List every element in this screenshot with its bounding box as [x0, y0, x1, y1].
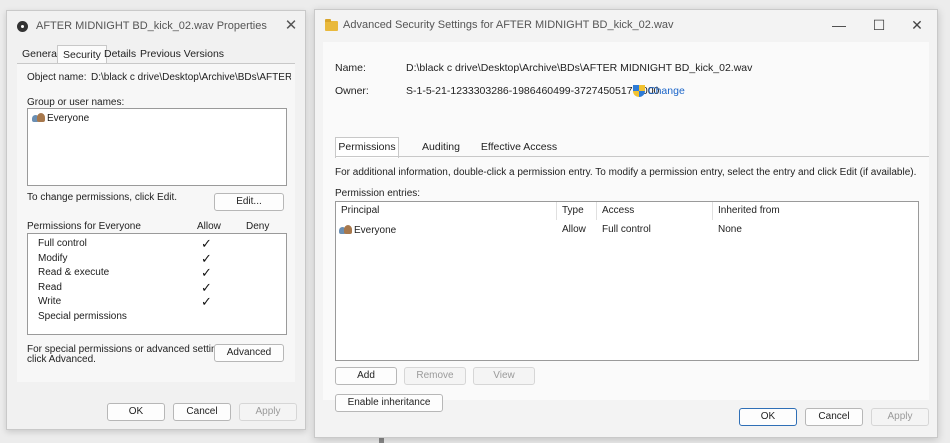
tab-permissions[interactable]: Permissions	[335, 137, 399, 158]
list-item[interactable]: Everyone	[32, 112, 89, 124]
advanced-content: Name: D:\black c drive\Desktop\Archive\B…	[323, 42, 929, 412]
permission-name: Modify	[38, 252, 68, 264]
permission-name: Write	[38, 296, 62, 307]
minimize-icon[interactable]: —	[827, 16, 851, 34]
group-names-list[interactable]: Everyone	[27, 108, 287, 186]
inherited-cell: None	[718, 224, 742, 235]
edit-button[interactable]: Edit...	[214, 193, 284, 211]
permission-name: Special permissions	[38, 310, 127, 322]
permission-entries-label: Permission entries:	[335, 188, 421, 199]
permission-row: Read ✓	[28, 280, 283, 296]
enable-inheritance-button[interactable]: Enable inheritance	[335, 394, 443, 412]
change-owner-link[interactable]: Change	[648, 85, 685, 97]
add-button[interactable]: Add	[335, 367, 397, 385]
permission-row: Full control ✓	[28, 236, 283, 252]
change-permissions-hint: To change permissions, click Edit.	[27, 192, 178, 203]
group-names-label: Group or user names:	[27, 97, 125, 108]
permission-name: Full control	[38, 238, 87, 249]
access-cell: Full control	[602, 224, 651, 235]
column-type[interactable]: Type	[557, 202, 597, 220]
column-access[interactable]: Access	[597, 202, 713, 220]
close-icon[interactable]: ✕	[281, 17, 301, 35]
permission-row: Write ✓	[28, 294, 283, 310]
allow-header: Allow	[197, 221, 221, 232]
advanced-window-title: Advanced Security Settings for AFTER MID…	[343, 19, 674, 31]
advanced-button[interactable]: Advanced	[214, 344, 284, 362]
properties-dialog: AFTER MIDNIGHT BD_kick_02.wav Properties…	[6, 10, 306, 430]
deny-header: Deny	[246, 221, 270, 232]
view-button[interactable]: View	[473, 367, 535, 385]
uac-shield-icon	[633, 85, 645, 97]
owner-label: Owner:	[335, 85, 369, 97]
principal-name: Everyone	[354, 225, 397, 236]
column-principal[interactable]: Principal	[336, 202, 557, 220]
users-group-icon	[32, 112, 45, 122]
security-panel: Object name: D:\black c drive\Desktop\Ar…	[17, 63, 295, 382]
permissions-for-label: Permissions for Everyone	[27, 221, 141, 232]
permission-name: Read & execute	[38, 267, 110, 278]
special-permissions-hint-2: click Advanced.	[27, 354, 96, 365]
permission-row: Special permissions	[28, 311, 283, 325]
object-name-label: Object name:	[27, 72, 87, 83]
apply-button[interactable]: Apply	[239, 403, 297, 421]
group-name: Everyone	[47, 113, 90, 124]
allow-check-icon: ✓	[201, 294, 212, 309]
permissions-list: Full control ✓ Modify ✓ Read & execute ✓…	[27, 233, 287, 335]
tab-previous-versions[interactable]: Previous Versions	[135, 47, 229, 62]
users-group-icon	[339, 224, 352, 234]
ok-button[interactable]: OK	[739, 408, 797, 426]
column-inherited-from[interactable]: Inherited from	[713, 202, 823, 220]
permission-entries-table[interactable]: Principal Type Access Inherited from Eve…	[335, 201, 919, 361]
properties-titlebar: AFTER MIDNIGHT BD_kick_02.wav Properties…	[7, 11, 305, 41]
cancel-button[interactable]: Cancel	[173, 403, 231, 421]
type-cell: Allow	[562, 224, 586, 235]
permission-row: Read & execute ✓	[28, 265, 283, 281]
permission-name: Read	[38, 281, 62, 293]
maximize-icon[interactable]: ☐	[867, 16, 891, 34]
remove-button[interactable]: Remove	[404, 367, 466, 385]
info-text: For additional information, double-click…	[335, 167, 917, 178]
permission-row: Modify ✓	[28, 251, 283, 267]
tab-auditing[interactable]: Auditing	[407, 138, 475, 156]
object-name-value: D:\black c drive\Desktop\Archive\BDs\AFT…	[91, 72, 291, 83]
apply-button[interactable]: Apply	[871, 408, 929, 426]
folder-icon	[325, 19, 338, 31]
owner-value: S-1-5-21-1233303286-1986460499-372745051…	[406, 85, 660, 97]
cancel-button[interactable]: Cancel	[805, 408, 863, 426]
close-icon[interactable]: ✕	[905, 16, 929, 34]
principal-cell: Everyone	[339, 224, 396, 236]
advanced-security-window: Advanced Security Settings for AFTER MID…	[314, 9, 938, 438]
ok-button[interactable]: OK	[107, 403, 165, 421]
tab-effective-access[interactable]: Effective Access	[479, 138, 559, 156]
name-label: Name:	[335, 62, 366, 74]
properties-title: AFTER MIDNIGHT BD_kick_02.wav Properties	[36, 20, 267, 32]
audio-file-icon	[17, 21, 28, 32]
permissions-panel: For additional information, double-click…	[335, 156, 929, 412]
name-value: D:\black c drive\Desktop\Archive\BDs\AFT…	[406, 62, 753, 74]
